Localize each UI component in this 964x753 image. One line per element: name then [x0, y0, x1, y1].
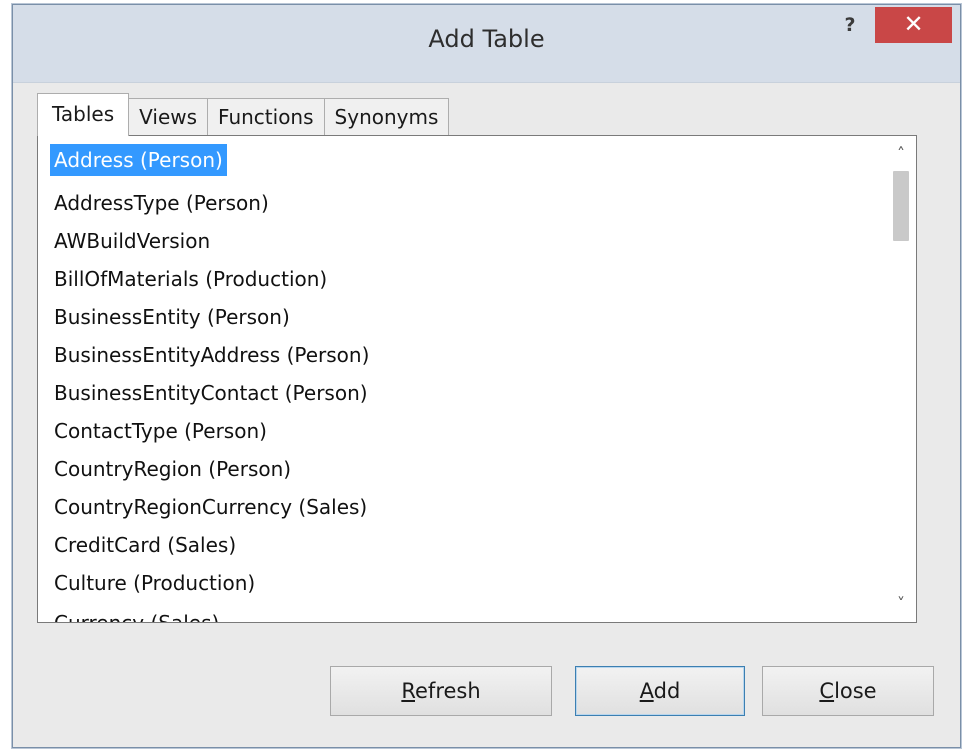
list-item-selected[interactable]: Address (Person)	[50, 144, 227, 176]
vertical-scrollbar[interactable]: ˄ ˅	[886, 136, 916, 622]
window-title: Add Table	[428, 25, 545, 53]
list-item[interactable]: BusinessEntity (Person)	[54, 301, 290, 333]
add-label: dd	[653, 679, 681, 703]
list-item[interactable]: CreditCard (Sales)	[54, 529, 236, 561]
refresh-accel: R	[401, 679, 415, 703]
add-accel: A	[639, 679, 654, 703]
list-item[interactable]: BusinessEntityContact (Person)	[54, 377, 368, 409]
tab-tables[interactable]: Tables	[37, 93, 130, 136]
tab-functions[interactable]: Functions	[207, 98, 325, 136]
close-window-button[interactable]: ✕	[875, 7, 952, 43]
tab-strip: Tables Views Functions Synonyms	[37, 93, 450, 136]
list-item[interactable]: CountryRegionCurrency (Sales)	[54, 491, 367, 523]
close-button[interactable]: Close	[762, 666, 934, 716]
add-button[interactable]: Add	[575, 666, 745, 716]
chevron-down-icon[interactable]: ˅	[886, 590, 916, 618]
list-item[interactable]: ContactType (Person)	[54, 415, 267, 447]
tables-list[interactable]: Address (Person) AddressType (Person) AW…	[37, 135, 917, 623]
refresh-button[interactable]: Refresh	[330, 666, 552, 716]
list-item[interactable]: AddressType (Person)	[54, 187, 269, 219]
chevron-up-icon[interactable]: ˄	[886, 140, 916, 168]
list-item[interactable]: CountryRegion (Person)	[54, 453, 291, 485]
refresh-label: efresh	[415, 679, 481, 703]
close-accel: C	[819, 679, 835, 703]
list-item[interactable]: BillOfMaterials (Production)	[54, 263, 327, 295]
help-button[interactable]: ?	[830, 9, 870, 41]
close-label: lose	[834, 679, 877, 703]
tab-synonyms[interactable]: Synonyms	[323, 98, 450, 136]
tab-views[interactable]: Views	[128, 98, 209, 136]
list-item[interactable]: AWBuildVersion	[54, 225, 210, 257]
list-item[interactable]: Culture (Production)	[54, 567, 255, 599]
scrollbar-thumb[interactable]	[893, 171, 909, 241]
list-item[interactable]: BusinessEntityAddress (Person)	[54, 339, 369, 371]
list-item[interactable]: Currency (Sales)	[54, 607, 219, 622]
title-bar[interactable]: Add Table ? ✕	[13, 5, 960, 83]
